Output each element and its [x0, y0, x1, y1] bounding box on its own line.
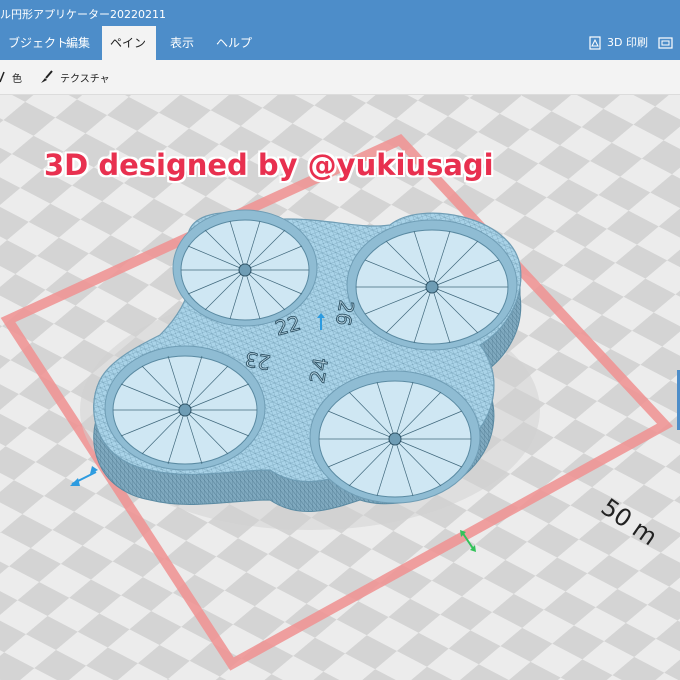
- share-icon: [658, 37, 673, 49]
- 3d-viewport[interactable]: 22 26 23 24 3D designed by @yukiusagi 50…: [0, 95, 680, 680]
- color-button[interactable]: 色: [12, 60, 22, 94]
- title-bar: ル円形アプリケーター20220211: [0, 0, 680, 26]
- well-top-left: [172, 209, 318, 327]
- ribbon: ブジェクト 編集 ペイント 表示 ヘルプ 3D 印刷: [0, 26, 680, 84]
- window-title: ル円形アプリケーター20220211: [0, 8, 166, 21]
- share-button[interactable]: [658, 26, 674, 60]
- texture-button[interactable]: テクスチャ: [38, 60, 110, 94]
- brush-icon: [41, 70, 53, 83]
- tab-edit[interactable]: 編集: [58, 26, 98, 60]
- label-23: 23: [243, 347, 272, 375]
- label-26: 26: [331, 298, 359, 327]
- print-3d-button[interactable]: 3D 印刷: [588, 26, 648, 60]
- tab-view[interactable]: 表示: [162, 26, 202, 60]
- tab-help[interactable]: ヘルプ: [208, 26, 260, 60]
- well-top-right: [346, 219, 518, 351]
- well-bottom-left: [104, 345, 266, 471]
- tool-selector[interactable]: [0, 60, 6, 94]
- tool-options-bar: 色 テクスチャ: [0, 60, 680, 95]
- texture-label: テクスチャ: [60, 73, 110, 85]
- color-label: 色: [12, 73, 22, 85]
- tab-paint[interactable]: ペイント: [102, 26, 156, 84]
- pen-icon: [0, 71, 5, 83]
- printer-icon: [589, 36, 601, 50]
- label-24: 24: [305, 356, 333, 385]
- well-bottom-right: [309, 370, 481, 504]
- overlay-credit-text: 3D designed by @yukiusagi: [44, 148, 494, 182]
- print-3d-label: 3D 印刷: [607, 36, 648, 49]
- scene-canvas[interactable]: 22 26 23 24: [0, 95, 680, 680]
